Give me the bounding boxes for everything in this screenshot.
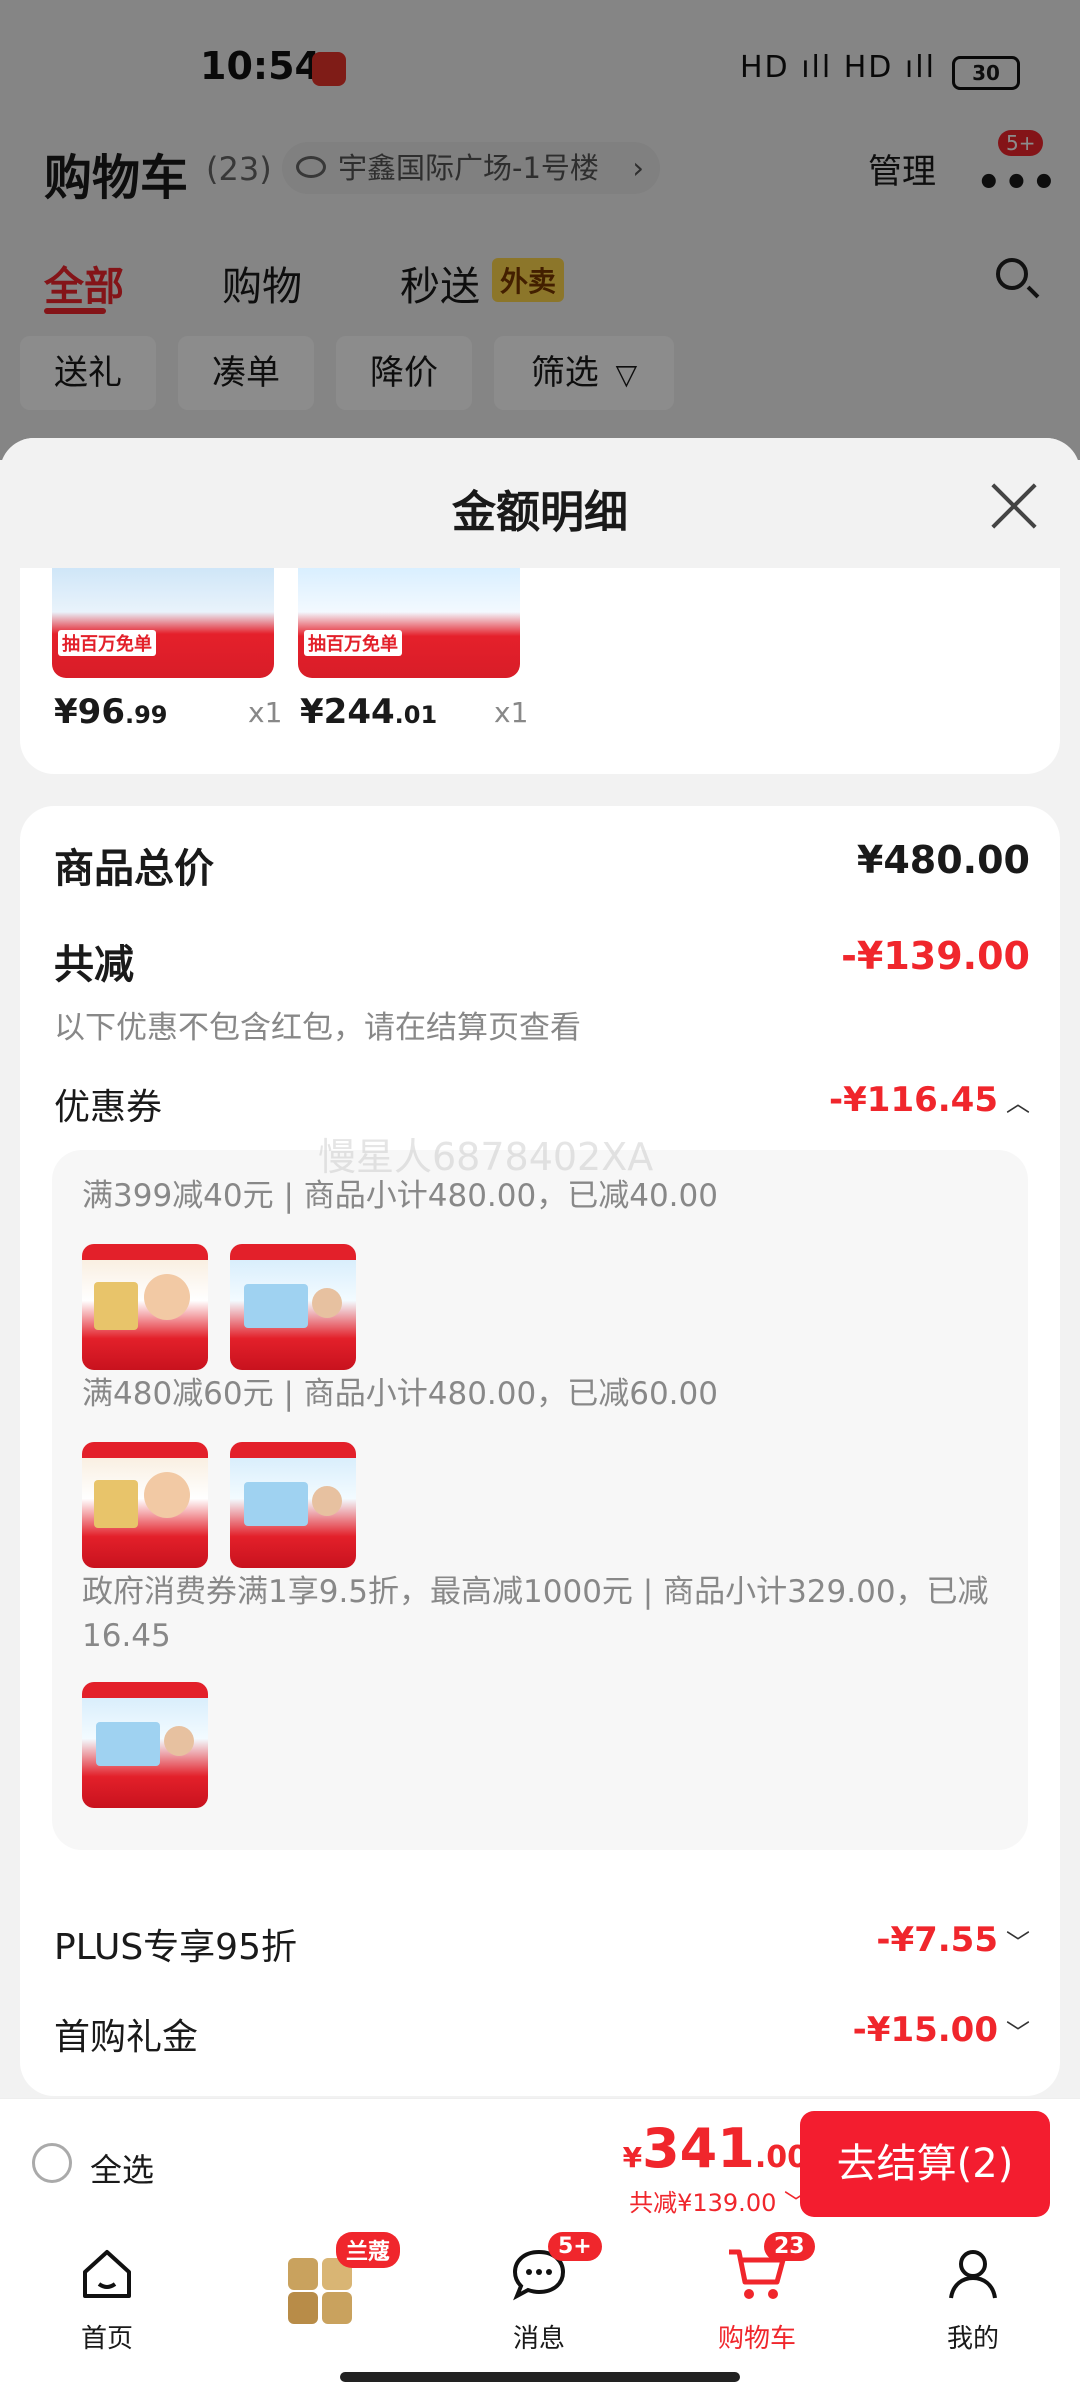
amount-card: 商品总价 ¥480.00 共减 -¥139.00 以下优惠不包含红包，请在结算页… <box>20 806 1060 2096</box>
total-amount: ¥341.00 <box>623 2117 808 2180</box>
saved-amount: 共减¥139.00 <box>629 2189 777 2217</box>
select-all-label[interactable]: 全选 <box>90 2145 154 2191</box>
thumb-badge: 抽百万免单 <box>58 630 156 656</box>
close-icon[interactable] <box>990 482 1038 530</box>
tab-cart-label: 购物车 <box>717 2324 796 2354</box>
product-thumb[interactable]: 抽百万免单 <box>52 568 274 678</box>
tab-messages-label: 消息 <box>512 2324 565 2354</box>
item-price-dec: .01 <box>394 701 438 729</box>
home-indicator[interactable] <box>340 2372 740 2382</box>
product-thumb[interactable] <box>82 1682 208 1808</box>
product-thumb[interactable] <box>230 1442 356 1568</box>
chevron-up-icon: ︿ <box>1006 1089 1030 1117</box>
item-qty: x1 <box>248 696 283 729</box>
chevron-down-icon: ﹀ <box>1006 1929 1030 1957</box>
amount-int: 341 <box>642 2117 755 2180</box>
total-value: ¥480.00 <box>856 838 1030 882</box>
promo-badge: 兰蔻 <box>336 2232 401 2268</box>
coupon-value: -¥116.45 <box>829 1080 998 1120</box>
item-qty: x1 <box>494 696 529 729</box>
amount-detail-sheet: 抽百万免单 ¥96.99 x1 抽百万免单 ¥244.01 x1 金额明细 商品… <box>0 438 1080 2098</box>
saved-toggle[interactable]: 共减¥139.00 ﹀ <box>629 2183 808 2218</box>
product-thumb[interactable] <box>82 1244 208 1370</box>
cart-page-background: 10:54 HD ıll HD ıll 30 购物车 (23) 宇鑫国际广场-1… <box>0 0 1080 460</box>
total-label: 商品总价 <box>54 846 214 892</box>
coupon-line: 满480减60元 | 商品小计480.00，已减60.00 <box>82 1376 718 1412</box>
coupon-toggle[interactable]: -¥116.45 ︿ <box>829 1080 1030 1120</box>
item-price-int: ¥96 <box>54 692 125 732</box>
discount-value: -¥139.00 <box>841 934 1030 978</box>
tab-home-label: 首页 <box>80 2324 133 2354</box>
currency-symbol: ¥ <box>622 2141 643 2174</box>
item-list-card: 抽百万免单 ¥96.99 x1 抽百万免单 ¥244.01 x1 <box>20 568 1060 774</box>
home-icon <box>83 2250 131 2298</box>
discount-label: 共减 <box>54 942 134 988</box>
tab-profile-label: 我的 <box>946 2324 999 2354</box>
discount-note: 以下优惠不包含红包，请在结算页查看 <box>54 1010 581 1046</box>
product-thumb[interactable]: 抽百万免单 <box>298 568 520 678</box>
tab-home[interactable]: 首页 <box>32 2244 182 2354</box>
item-price: ¥96.99 <box>54 692 168 732</box>
sheet-header: 金额明细 <box>0 438 1080 568</box>
item-price-int: ¥244 <box>300 692 395 732</box>
chevron-down-icon: ﹀ <box>1006 2019 1030 2047</box>
coupon-detail-box: 满399减40元 | 商品小计480.00，已减40.00 满480减60元 |… <box>52 1150 1028 1850</box>
checkout-bar: 全选 ¥341.00 共减¥139.00 ﹀ 去结算(2) <box>0 2098 1080 2227</box>
item-price-dec: .99 <box>124 701 168 729</box>
first-purchase-label: 首购礼金 <box>54 2017 199 2058</box>
product-thumb[interactable] <box>230 1244 356 1370</box>
select-all-radio[interactable] <box>32 2143 72 2183</box>
coupon-line: 政府消费券满1享9.5折，最高减1000元 | 商品小计329.00，已减16.… <box>82 1574 989 1654</box>
sheet-title: 金额明细 <box>452 487 628 538</box>
profile-icon <box>949 2250 997 2299</box>
product-thumb[interactable] <box>82 1442 208 1568</box>
item-price: ¥244.01 <box>300 692 437 732</box>
plus-label: PLUS专享95折 <box>54 1927 297 1968</box>
messages-badge: 5+ <box>548 2232 602 2261</box>
cart-badge: 23 <box>764 2232 815 2261</box>
watermark: 慢星人6878402XA <box>318 1135 654 1179</box>
first-purchase-toggle[interactable]: -¥15.00 ﹀ <box>853 2010 1030 2050</box>
overlay-scrim[interactable] <box>0 0 1080 460</box>
tab-profile[interactable]: 我的 <box>898 2244 1048 2354</box>
coupon-label: 优惠券 <box>54 1087 163 1128</box>
first-purchase-value: -¥15.00 <box>852 2010 998 2050</box>
checkout-button[interactable]: 去结算(2) <box>800 2111 1050 2217</box>
plus-value: -¥7.55 <box>876 1920 998 1960</box>
thumb-badge: 抽百万免单 <box>304 630 402 656</box>
plus-toggle[interactable]: -¥7.55 ﹀ <box>876 1920 1030 1960</box>
